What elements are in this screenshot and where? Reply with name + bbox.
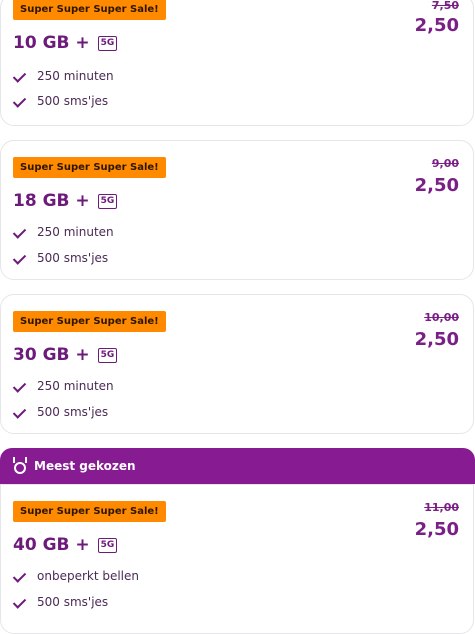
price: 2,50	[414, 15, 459, 36]
check-icon	[13, 597, 27, 607]
feature-label: 500 sms'jes	[37, 251, 109, 265]
plan-data-amount: 40 GB +	[13, 535, 90, 555]
check-icon	[13, 71, 27, 81]
check-icon	[13, 571, 27, 581]
old-price: 11,00	[424, 501, 459, 514]
popular-label: Meest gekozen	[34, 459, 136, 473]
medal-icon	[12, 457, 27, 474]
sale-badge: Super Super Super Sale!	[13, 0, 166, 20]
feature-calls: onbeperkt bellen	[13, 569, 139, 583]
plan-data-amount: 10 GB +	[13, 33, 90, 53]
plan-data-amount: 18 GB +	[13, 191, 90, 211]
network-5g-icon: 5G	[97, 347, 118, 363]
price: 2,50	[414, 519, 459, 540]
plan-title: 30 GB + 5G	[13, 345, 118, 365]
plan-card-10gb[interactable]: Super Super Super Sale! 7,50 2,50 10 GB …	[0, 0, 474, 126]
feature-sms: 500 sms'jes	[13, 405, 108, 419]
check-icon	[13, 227, 27, 237]
feature-label: 500 sms'jes	[37, 595, 109, 609]
check-icon	[13, 253, 27, 263]
plan-title: 18 GB + 5G	[13, 191, 118, 211]
feature-label: 500 sms'jes	[37, 405, 109, 419]
feature-label: 250 minuten	[37, 69, 114, 83]
plan-title: 40 GB + 5G	[13, 535, 118, 555]
sale-badge: Super Super Super Sale!	[13, 311, 166, 332]
feature-label: 250 minuten	[37, 225, 114, 239]
feature-sms: 500 sms'jes	[13, 94, 108, 108]
check-icon	[13, 381, 27, 391]
old-price: 10,00	[424, 311, 459, 324]
plan-data-amount: 30 GB +	[13, 345, 90, 365]
feature-minutes: 250 minuten	[13, 69, 114, 83]
price: 2,50	[414, 329, 459, 350]
feature-sms: 500 sms'jes	[13, 595, 108, 609]
sale-badge: Super Super Super Sale!	[13, 501, 166, 522]
check-icon	[13, 407, 27, 417]
price: 2,50	[414, 175, 459, 196]
check-icon	[13, 96, 27, 106]
sale-badge: Super Super Super Sale!	[13, 157, 166, 178]
plan-card-40gb[interactable]: Super Super Super Sale! 11,00 2,50 40 GB…	[0, 484, 474, 634]
plan-card-18gb[interactable]: Super Super Super Sale! 9,00 2,50 18 GB …	[0, 140, 474, 280]
feature-sms: 500 sms'jes	[13, 251, 108, 265]
plan-card-30gb[interactable]: Super Super Super Sale! 10,00 2,50 30 GB…	[0, 294, 474, 434]
old-price: 9,00	[431, 157, 459, 170]
network-5g-icon: 5G	[97, 537, 118, 553]
feature-label: onbeperkt bellen	[37, 569, 140, 583]
network-5g-icon: 5G	[97, 193, 118, 209]
old-price: 7,50	[431, 0, 459, 12]
plan-title: 10 GB + 5G	[13, 33, 118, 53]
popular-banner: Meest gekozen	[0, 448, 475, 484]
feature-label: 250 minuten	[37, 379, 114, 393]
feature-minutes: 250 minuten	[13, 225, 114, 239]
feature-minutes: 250 minuten	[13, 379, 114, 393]
network-5g-icon: 5G	[97, 35, 118, 51]
feature-label: 500 sms'jes	[37, 94, 109, 108]
